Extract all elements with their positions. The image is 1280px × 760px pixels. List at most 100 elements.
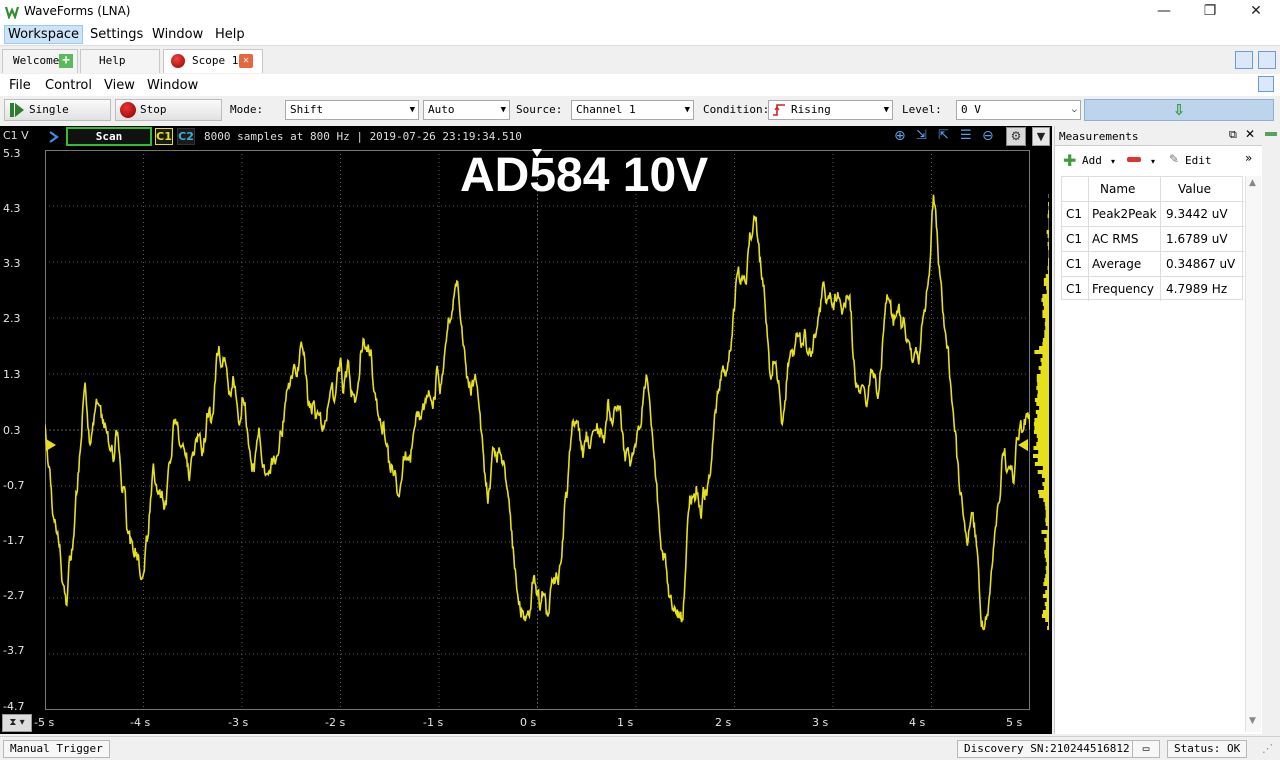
- histogram-bar: [1046, 290, 1049, 294]
- trigger-status-button[interactable]: ⇩: [1084, 99, 1274, 121]
- table-row[interactable]: C1 Average 0.34867 uV: [1062, 252, 1244, 277]
- histogram-bar: [1036, 378, 1049, 382]
- undock-icon[interactable]: ⧉: [1229, 128, 1237, 142]
- tab-help-label: Help: [99, 54, 126, 67]
- condition-select[interactable]: Rising ▼: [768, 100, 893, 120]
- device-icon[interactable]: ▭: [1132, 740, 1160, 758]
- menu-scope-window[interactable]: Window: [147, 78, 198, 93]
- single-button[interactable]: Single: [4, 99, 111, 121]
- x-tick-label: -4 s: [130, 716, 151, 729]
- level-input[interactable]: 0 V ⌵: [956, 100, 1081, 120]
- overlay-title: AD584 10V: [460, 149, 709, 202]
- row-name: Frequency: [1092, 282, 1154, 296]
- y-tick-label: -3.7: [3, 644, 25, 657]
- measurements-toolbar: ✚ Add ▾ ▾ ✎ Edit »: [1055, 148, 1262, 174]
- histogram-bar: [1036, 442, 1049, 446]
- zoom-in-icon[interactable]: ⊕: [894, 128, 906, 144]
- trigger-type-select[interactable]: Auto ▼: [423, 100, 510, 120]
- histogram-bar: [1048, 246, 1049, 250]
- channel-2-toggle[interactable]: C2: [177, 128, 195, 145]
- close-panel-icon[interactable]: ✕: [1245, 127, 1255, 141]
- device-info[interactable]: Discovery SN:210244516812: [957, 740, 1137, 758]
- histogram-bar: [1034, 426, 1049, 430]
- histogram-bar: [1041, 614, 1049, 618]
- channel-axis-label: C1 V: [3, 129, 29, 142]
- source-select[interactable]: Channel 1 ▼: [571, 100, 694, 120]
- edit-measurement-button[interactable]: Edit: [1185, 154, 1212, 167]
- add-measurement-button[interactable]: Add: [1082, 154, 1102, 167]
- measurements-scrollbar[interactable]: ▲ ▼: [1245, 176, 1261, 732]
- layout-tile-icon[interactable]: [1258, 51, 1276, 69]
- table-row[interactable]: C1 Frequency 4.7989 Hz: [1062, 277, 1244, 301]
- close-window-button[interactable]: ✕: [1233, 0, 1279, 24]
- tab-help[interactable]: Help: [80, 49, 160, 73]
- more-icon[interactable]: »: [1245, 151, 1252, 165]
- manual-trigger-button[interactable]: Manual Trigger: [3, 740, 110, 758]
- chevron-right-icon[interactable]: [48, 130, 60, 144]
- histogram-bar: [1044, 550, 1049, 554]
- tab-scope[interactable]: Scope 1 ✕: [163, 49, 263, 73]
- dock-tab-icon[interactable]: [1265, 132, 1277, 136]
- histogram-bar: [1047, 234, 1049, 238]
- menu-view[interactable]: View: [104, 78, 135, 93]
- histogram-bar: [1034, 418, 1049, 422]
- scroll-down-icon[interactable]: ▼: [1249, 716, 1256, 726]
- histogram-bar: [1037, 470, 1049, 474]
- y-tick-label: 0.3: [3, 424, 21, 437]
- menu-file[interactable]: File: [9, 78, 31, 93]
- filter-icon[interactable]: ▼: [1032, 127, 1050, 146]
- histogram-bar: [1044, 322, 1049, 326]
- stop-button[interactable]: Stop: [115, 99, 222, 121]
- tab-welcome[interactable]: Welcome +: [2, 49, 78, 73]
- menu-window[interactable]: Window: [152, 27, 203, 42]
- tab-bar: Welcome + Help Scope 1 ✕: [0, 47, 1280, 73]
- settings-gear-icon[interactable]: ⚙: [1006, 127, 1026, 146]
- app-title: WaveForms (LNA): [24, 4, 131, 18]
- mode-select[interactable]: Shift ▼: [285, 100, 419, 120]
- minimize-button[interactable]: —: [1141, 0, 1187, 24]
- close-tab-icon[interactable]: ✕: [239, 54, 253, 68]
- histogram-bar: [1045, 326, 1049, 330]
- restore-button[interactable]: ❐: [1187, 0, 1233, 24]
- histogram-bar: [1042, 314, 1049, 318]
- add-icon[interactable]: ✚: [1063, 151, 1076, 170]
- edit-icon[interactable]: ✎: [1169, 152, 1179, 166]
- scroll-up-icon[interactable]: ▲: [1249, 178, 1256, 188]
- table-row[interactable]: C1 AC RMS 1.6789 uV: [1062, 227, 1244, 252]
- trigger-level-marker-left[interactable]: [45, 438, 57, 452]
- x-tick-label: 5 s: [1006, 716, 1023, 729]
- menu-help[interactable]: Help: [215, 27, 245, 42]
- scan-status[interactable]: Scan: [66, 127, 152, 146]
- row-channel: C1: [1066, 282, 1083, 296]
- histogram-bar: [1045, 618, 1049, 622]
- histogram-bar: [1035, 410, 1049, 414]
- status-bar: Manual Trigger Discovery SN:210244516812…: [0, 736, 1280, 760]
- histogram-bar: [1045, 546, 1049, 550]
- histogram-bar: [1036, 374, 1049, 378]
- remove-icon[interactable]: [1127, 157, 1141, 162]
- histogram-bar: [1044, 502, 1049, 506]
- zoom-x-icon[interactable]: ⇲: [916, 128, 927, 143]
- chevron-down-icon[interactable]: ▾: [1111, 157, 1115, 166]
- dock-icon[interactable]: [1258, 76, 1274, 92]
- row-channel: C1: [1066, 207, 1083, 221]
- histogram-bar: [1038, 450, 1049, 454]
- zoom-y-icon[interactable]: ⇱: [938, 128, 949, 143]
- zoom-out-icon[interactable]: ⊖: [982, 128, 994, 144]
- add-workspace-icon[interactable]: +: [59, 54, 73, 68]
- channel-1-toggle[interactable]: C1: [155, 128, 173, 145]
- histogram-bar: [1036, 386, 1049, 390]
- menu-control[interactable]: Control: [45, 78, 92, 93]
- table-row[interactable]: C1 Peak2Peak 9.3442 uV: [1062, 202, 1244, 227]
- layout-cascade-icon[interactable]: [1235, 51, 1253, 69]
- scope-plot[interactable]: [45, 150, 1030, 710]
- histogram-bar: [1037, 438, 1049, 442]
- title-bar: WaveForms (LNA) — ❐ ✕: [0, 0, 1280, 24]
- menu-workspace[interactable]: Workspace: [4, 25, 84, 44]
- time-base-toggle[interactable]: ⧗ ▾: [2, 714, 32, 732]
- chevron-down-icon[interactable]: ▾: [1151, 157, 1155, 166]
- pan-icon[interactable]: ☰: [960, 128, 972, 143]
- menu-settings[interactable]: Settings: [90, 27, 143, 42]
- x-tick-label: 4 s: [909, 716, 926, 729]
- trigger-level-marker-right[interactable]: [1017, 438, 1029, 452]
